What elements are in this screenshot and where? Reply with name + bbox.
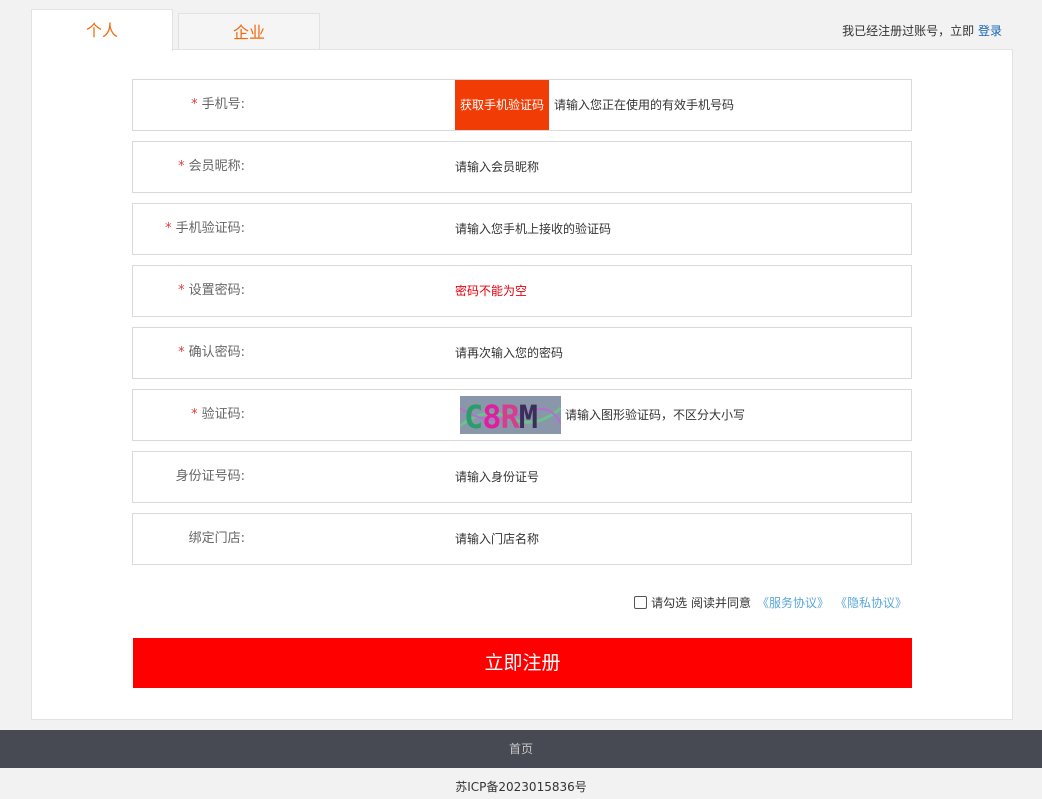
agreement-row: 请勾选 阅读并同意 《服务协议》 《隐私协议》 <box>634 594 907 611</box>
store-input[interactable]: 请输入门店名称 <box>455 514 539 564</box>
captcha-image[interactable]: C8RM <box>460 396 561 434</box>
required-star: * <box>178 283 185 298</box>
id-number-field-row: 身份证号码: 请输入身份证号 <box>132 451 912 503</box>
required-star: * <box>191 97 198 112</box>
register-button[interactable]: 立即注册 <box>133 638 912 688</box>
password-field-row: * 设置密码: 密码不能为空 <box>132 265 912 317</box>
footer-nav: 首页 <box>0 730 1042 768</box>
nickname-label: * 会员昵称: <box>178 159 245 174</box>
confirm-password-field-row: * 确认密码: 请再次输入您的密码 <box>132 327 912 379</box>
nickname-field-row: * 会员昵称: 请输入会员昵称 <box>132 141 912 193</box>
captcha-input[interactable]: 请输入图形验证码，不区分大小写 <box>565 390 745 440</box>
confirm-password-label: * 确认密码: <box>178 345 245 360</box>
register-panel: * 手机号: 获取手机验证码 请输入您正在使用的有效手机号码 * 会员昵称: 请输入… <box>31 49 1013 720</box>
captcha-text: C8RM <box>464 398 538 434</box>
sms-code-input[interactable]: 请输入您手机上接收的验证码 <box>455 204 611 254</box>
nickname-input[interactable]: 请输入会员昵称 <box>455 142 539 192</box>
confirm-password-input[interactable]: 请再次输入您的密码 <box>455 328 563 378</box>
sms-code-label: * 手机验证码: <box>165 221 245 236</box>
login-link[interactable]: 登录 <box>978 24 1002 38</box>
required-star: * <box>178 345 185 360</box>
id-number-label: 身份证号码: <box>175 469 245 484</box>
store-field-row: 绑定门店: 请输入门店名称 <box>132 513 912 565</box>
tab-personal[interactable]: 个人 <box>31 9 173 51</box>
id-number-input[interactable]: 请输入身份证号 <box>455 452 539 502</box>
captcha-field-row: * 验证码: C8RM 请输入图形验证码，不区分大小写 <box>132 389 912 441</box>
phone-input[interactable]: 请输入您正在使用的有效手机号码 <box>554 80 734 130</box>
tab-company[interactable]: 企业 <box>178 13 320 50</box>
phone-label: * 手机号: <box>191 97 245 112</box>
privacy-agreement-link[interactable]: 《隐私协议》 <box>835 594 907 611</box>
agreement-text: 请勾选 阅读并同意 <box>651 596 751 610</box>
service-agreement-link[interactable]: 《服务协议》 <box>757 594 829 611</box>
agreement-checkbox[interactable] <box>634 596 648 609</box>
phone-field-row: * 手机号: 获取手机验证码 请输入您正在使用的有效手机号码 <box>132 79 912 131</box>
footer-icp[interactable]: 苏ICP备2023015836号 <box>0 778 1042 795</box>
required-star: * <box>178 159 185 174</box>
required-star: * <box>191 407 198 422</box>
store-label: 绑定门店: <box>188 531 245 546</box>
footer-home-link[interactable]: 首页 <box>509 742 533 756</box>
get-sms-code-button[interactable]: 获取手机验证码 <box>455 80 549 130</box>
sms-code-field-row: * 手机验证码: 请输入您手机上接收的验证码 <box>132 203 912 255</box>
password-input[interactable]: 密码不能为空 <box>455 266 527 316</box>
password-label: * 设置密码: <box>178 283 245 298</box>
login-hint: 我已经注册过账号，立即 登录 <box>842 22 1002 39</box>
required-star: * <box>165 221 172 236</box>
captcha-label: * 验证码: <box>191 407 245 422</box>
login-hint-text: 我已经注册过账号，立即 <box>842 24 978 38</box>
